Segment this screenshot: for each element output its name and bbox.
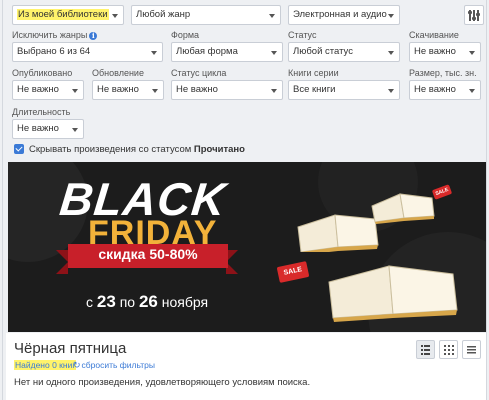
chevron-down-icon bbox=[112, 14, 118, 18]
library-select-value: Из моей библиотеки bbox=[17, 9, 109, 20]
reset-icon: ↻ bbox=[73, 360, 81, 370]
status-select-value: Любой статус bbox=[293, 46, 353, 57]
series-books-label: Книги серии bbox=[288, 68, 339, 78]
form-select[interactable]: Любая форма bbox=[171, 42, 283, 62]
hide-read-checkbox[interactable] bbox=[14, 144, 24, 154]
duration-select-value: Не важно bbox=[17, 123, 59, 134]
filter-settings-button[interactable] bbox=[464, 5, 484, 25]
empty-results-message: Нет ни одного произведения, удовлетворяю… bbox=[14, 377, 311, 388]
chevron-down-icon bbox=[152, 89, 158, 93]
updated-select[interactable]: Не важно bbox=[92, 80, 164, 100]
form-select-value: Любая форма bbox=[176, 46, 238, 57]
banner-dates: с 23 по 26 ноября bbox=[86, 292, 209, 311]
hide-read-label[interactable]: Скрывать произведения со статусом Прочит… bbox=[29, 144, 245, 155]
grid-icon bbox=[444, 345, 454, 355]
cycle-status-label: Статус цикла bbox=[171, 68, 227, 78]
status-select[interactable]: Любой статус bbox=[288, 42, 400, 62]
published-select-value: Не важно bbox=[17, 84, 59, 95]
series-books-select-value: Все книги bbox=[293, 84, 336, 95]
form-label: Форма bbox=[171, 30, 200, 40]
grid-view-button[interactable] bbox=[439, 340, 458, 359]
exclude-genres-select[interactable]: Выбрано 6 из 64 bbox=[12, 42, 163, 62]
chevron-down-icon bbox=[72, 89, 78, 93]
library-select[interactable]: Из моей библиотеки bbox=[12, 5, 124, 25]
found-count: Найдено 0 книг bbox=[14, 360, 77, 370]
download-select-value: Не важно bbox=[414, 46, 456, 57]
list-view-button[interactable] bbox=[416, 340, 435, 359]
updated-select-value: Не важно bbox=[97, 84, 139, 95]
book-illustration bbox=[371, 193, 435, 224]
list-detail-icon bbox=[421, 345, 430, 355]
chevron-down-icon bbox=[269, 14, 275, 18]
genre-select[interactable]: Любой жанр bbox=[131, 5, 281, 25]
chevron-down-icon bbox=[469, 89, 475, 93]
updated-label: Обновление bbox=[92, 68, 144, 78]
duration-select[interactable]: Не важно bbox=[12, 119, 84, 139]
download-label: Скачивание bbox=[409, 30, 459, 40]
chevron-down-icon bbox=[469, 51, 475, 55]
chevron-down-icon bbox=[151, 51, 157, 55]
compact-view-button[interactable] bbox=[462, 340, 481, 359]
duration-label: Длительность bbox=[12, 107, 71, 117]
cycle-status-select-value: Не важно bbox=[176, 84, 218, 95]
book-illustration bbox=[328, 265, 458, 322]
reset-filters-link[interactable]: ↻сбросить фильтры bbox=[73, 360, 155, 371]
page-title: Чёрная пятница bbox=[14, 340, 127, 357]
published-select[interactable]: Не важно bbox=[12, 80, 84, 100]
published-label: Опубликовано bbox=[12, 68, 73, 78]
chevron-down-icon bbox=[271, 51, 277, 55]
series-books-select[interactable]: Все книги bbox=[288, 80, 400, 100]
chevron-down-icon bbox=[72, 128, 78, 132]
discount-text: скидка 50-80% bbox=[98, 246, 198, 262]
filter-panel: Из моей библиотеки Любой жанр Электронна… bbox=[2, 0, 487, 400]
size-select[interactable]: Не важно bbox=[409, 80, 481, 100]
exclude-genres-label: Исключить жанры i bbox=[12, 30, 98, 40]
info-icon[interactable]: i bbox=[89, 32, 98, 40]
format-select[interactable]: Электронная и аудио bbox=[288, 5, 400, 25]
chevron-down-icon bbox=[388, 14, 394, 18]
size-select-value: Не важно bbox=[414, 84, 456, 95]
menu-lines-icon bbox=[467, 346, 476, 354]
exclude-genres-value: Выбрано 6 из 64 bbox=[17, 46, 91, 57]
cycle-status-select[interactable]: Не важно bbox=[171, 80, 283, 100]
black-friday-banner[interactable]: BLACK FRIDAY скидка 50-80% с 23 по 26 но… bbox=[8, 162, 486, 332]
chevron-down-icon bbox=[388, 89, 394, 93]
status-label: Статус bbox=[288, 30, 317, 40]
chevron-down-icon bbox=[271, 89, 277, 93]
size-label: Размер, тыс. зн. bbox=[409, 68, 477, 78]
genre-select-value: Любой жанр bbox=[136, 9, 191, 20]
results-section: Чёрная пятница Найдено 0 книг ↻сбросить … bbox=[6, 333, 486, 400]
chevron-down-icon bbox=[388, 51, 394, 55]
download-select[interactable]: Не важно bbox=[409, 42, 481, 62]
format-select-value: Электронная и аудио bbox=[293, 9, 387, 20]
